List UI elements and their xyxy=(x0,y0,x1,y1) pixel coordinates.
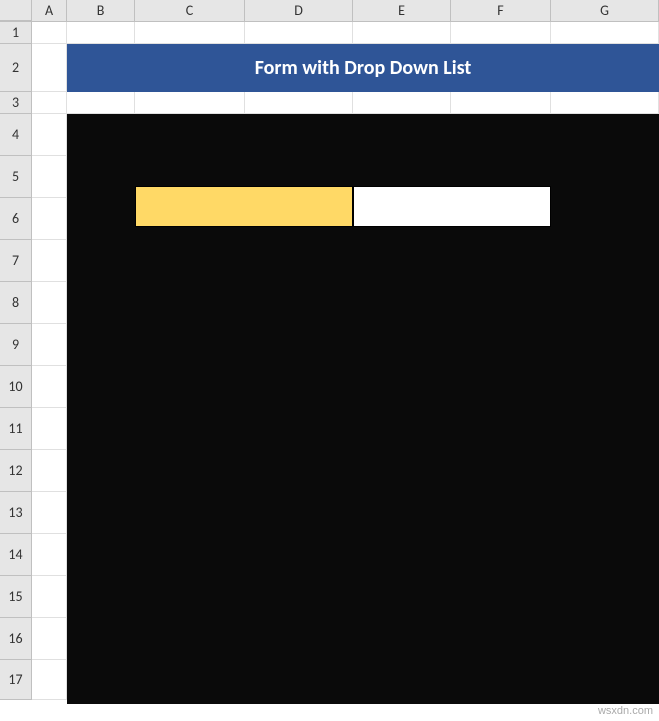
row-header-2[interactable]: 2 xyxy=(0,44,32,92)
row-header-7[interactable]: 7 xyxy=(0,240,32,282)
row-header-3[interactable]: 3 xyxy=(0,92,32,114)
cell-A13[interactable] xyxy=(32,492,67,534)
col-header-E[interactable]: E xyxy=(353,0,451,21)
title-text: Form with Drop Down List xyxy=(255,56,472,80)
cell-A15[interactable] xyxy=(32,576,67,618)
row-header-9[interactable]: 9 xyxy=(0,324,32,366)
cell-B1[interactable] xyxy=(67,22,135,44)
cell-E3[interactable] xyxy=(353,92,451,114)
title-banner: Form with Drop Down List xyxy=(67,44,659,92)
form-label-cell[interactable] xyxy=(135,186,353,227)
row-header-4[interactable]: 4 xyxy=(0,114,32,156)
row-header-8[interactable]: 8 xyxy=(0,282,32,324)
col-header-D[interactable]: D xyxy=(245,0,353,21)
form-dropdown-cell[interactable] xyxy=(353,186,551,227)
col-header-A[interactable]: A xyxy=(32,0,67,21)
row-header-16[interactable]: 16 xyxy=(0,618,32,660)
cell-C1[interactable] xyxy=(135,22,245,44)
cell-A12[interactable] xyxy=(32,450,67,492)
cell-G1[interactable] xyxy=(551,22,659,44)
cell-A5[interactable] xyxy=(32,156,67,198)
cell-A14[interactable] xyxy=(32,534,67,576)
col-header-G[interactable]: G xyxy=(551,0,659,21)
row-header-13[interactable]: 13 xyxy=(0,492,32,534)
cell-A17[interactable] xyxy=(32,660,67,700)
row-header-17[interactable]: 17 xyxy=(0,660,32,700)
cell-A6[interactable] xyxy=(32,198,67,240)
cell-A9[interactable] xyxy=(32,324,67,366)
cell-D1[interactable] xyxy=(245,22,353,44)
row-header-10[interactable]: 10 xyxy=(0,366,32,408)
row-header-6[interactable]: 6 xyxy=(0,198,32,240)
cell-C3[interactable] xyxy=(135,92,245,114)
cell-F3[interactable] xyxy=(451,92,551,114)
cell-G3[interactable] xyxy=(551,92,659,114)
col-header-C[interactable]: C xyxy=(135,0,245,21)
cell-A16[interactable] xyxy=(32,618,67,660)
watermark: wsxdn.com xyxy=(598,705,653,717)
row-header-1[interactable]: 1 xyxy=(0,22,32,44)
cell-A7[interactable] xyxy=(32,240,67,282)
row-header-5[interactable]: 5 xyxy=(0,156,32,198)
select-all-corner[interactable] xyxy=(0,0,32,21)
row-header-15[interactable]: 15 xyxy=(0,576,32,618)
cell-D3[interactable] xyxy=(245,92,353,114)
row-header-12[interactable]: 12 xyxy=(0,450,32,492)
cell-A11[interactable] xyxy=(32,408,67,450)
col-header-B[interactable]: B xyxy=(67,0,135,21)
cell-A4[interactable] xyxy=(32,114,67,156)
col-header-F[interactable]: F xyxy=(451,0,551,21)
row-header-14[interactable]: 14 xyxy=(0,534,32,576)
cell-A2[interactable] xyxy=(32,44,67,92)
column-headers: A B C D E F G xyxy=(0,0,659,22)
cell-A3[interactable] xyxy=(32,92,67,114)
cell-B3[interactable] xyxy=(67,92,135,114)
cell-F1[interactable] xyxy=(451,22,551,44)
cell-A1[interactable] xyxy=(32,22,67,44)
row-header-11[interactable]: 11 xyxy=(0,408,32,450)
cell-A10[interactable] xyxy=(32,366,67,408)
cell-A8[interactable] xyxy=(32,282,67,324)
cell-E1[interactable] xyxy=(353,22,451,44)
spreadsheet-grid: A B C D E F G 1 2 3 xyxy=(0,0,659,721)
